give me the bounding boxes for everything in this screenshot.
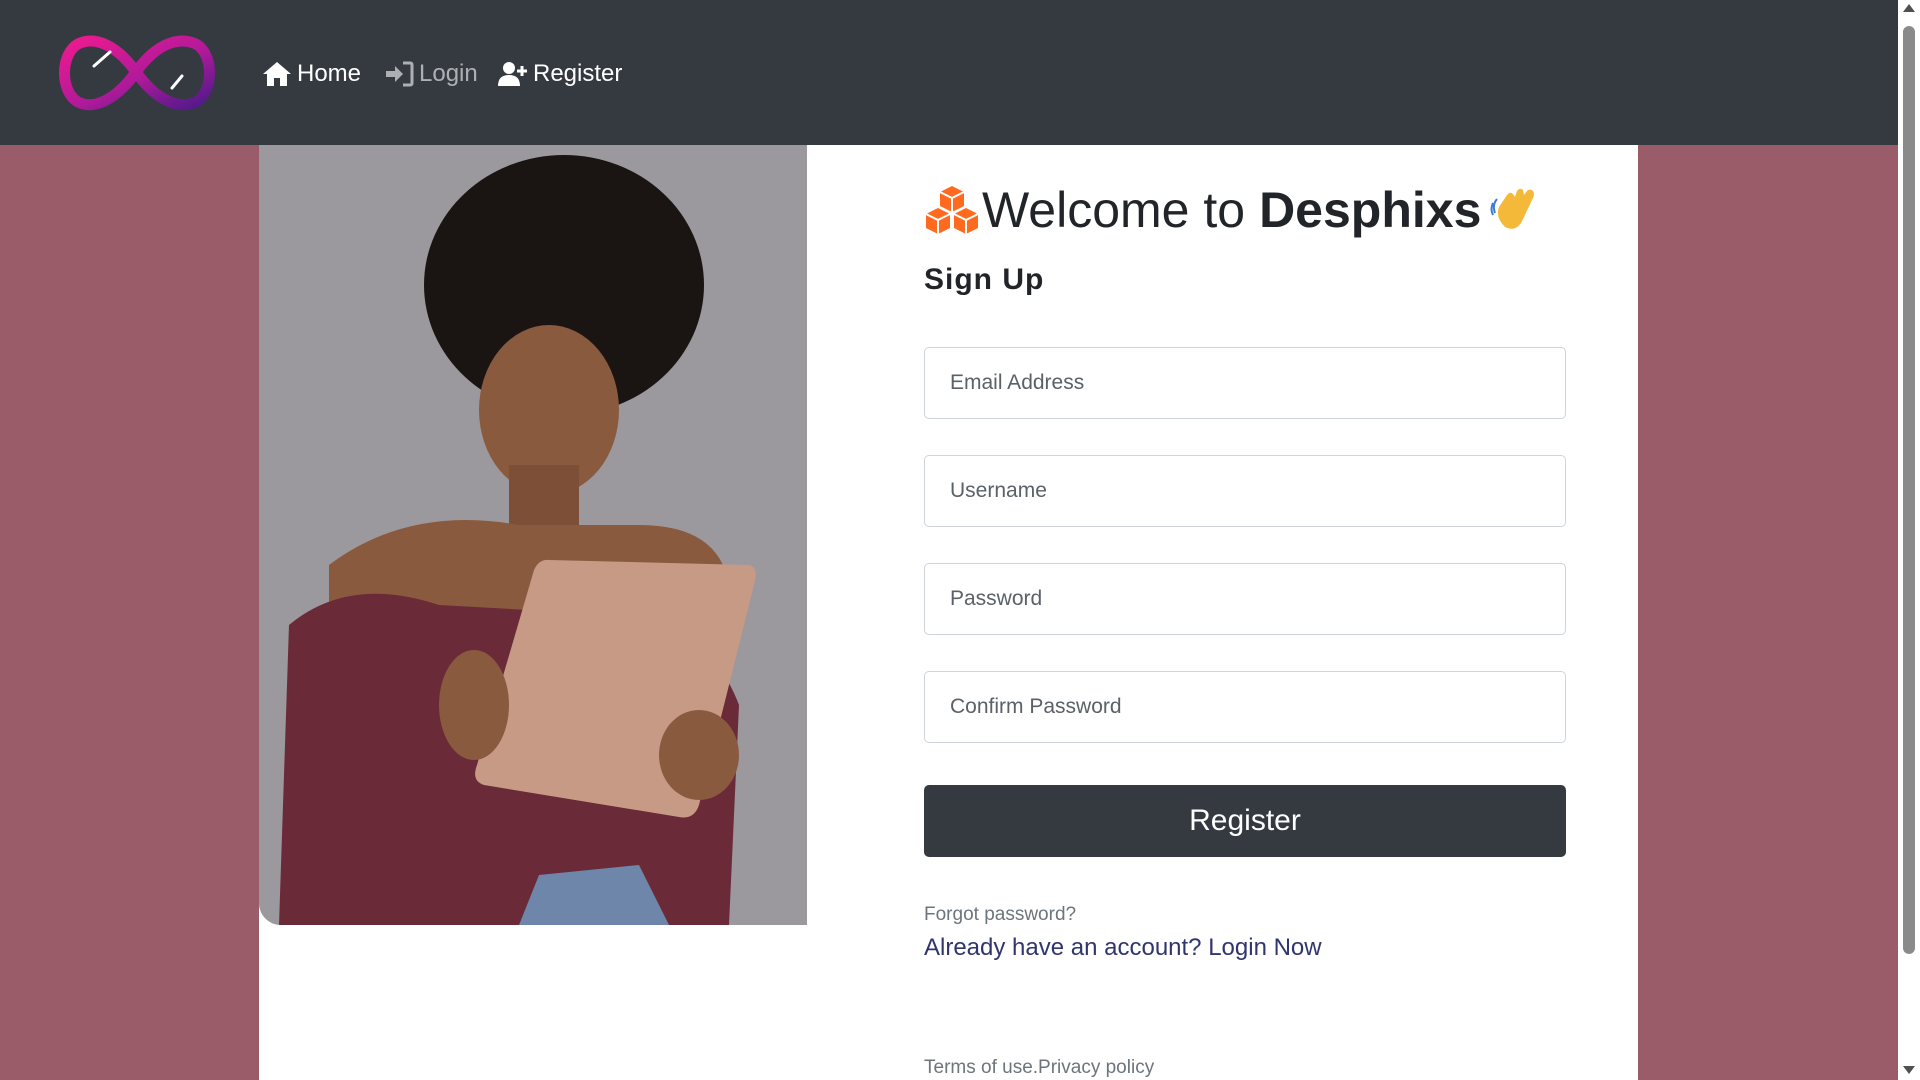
terms-link[interactable]: Terms of use. (924, 1057, 1038, 1078)
email-field[interactable] (924, 347, 1566, 419)
nav-login-label: Login (419, 60, 478, 87)
welcome-text: Welcome to (982, 182, 1246, 238)
register-button[interactable]: Register (924, 785, 1566, 857)
waving-hand-icon (1490, 188, 1535, 229)
username-field[interactable] (924, 455, 1566, 527)
home-icon (262, 60, 292, 88)
password-field[interactable] (924, 563, 1566, 635)
confirm-password-field[interactable] (924, 671, 1566, 743)
footer-links: Terms of use.Privacy policy (924, 1057, 1154, 1079)
login-now-link[interactable]: Already have an account? Login Now (924, 934, 1322, 962)
nav-home-link[interactable]: Home (262, 54, 361, 94)
nav-register-label: Register (533, 60, 623, 87)
privacy-link[interactable]: Privacy policy (1038, 1057, 1154, 1078)
vertical-scrollbar[interactable] (1898, 0, 1920, 1080)
infinity-logo[interactable] (54, 26, 220, 118)
nav-register-link[interactable]: Register (498, 54, 622, 94)
scroll-down-arrow-icon[interactable] (1903, 1066, 1915, 1074)
top-navbar: Home Login Register (0, 0, 1898, 145)
welcome-heading: Welcome to Desphixs (924, 181, 1541, 239)
brand-name: Desphixs (1259, 182, 1482, 238)
boxes-icon (925, 186, 979, 234)
hero-photo (259, 145, 807, 925)
nav-home-label: Home (297, 60, 362, 87)
signup-subtitle: Sign Up (924, 263, 1045, 296)
signup-card: Welcome to Desphixs Sign Up Register For… (259, 145, 1638, 1080)
scroll-up-arrow-icon[interactable] (1903, 4, 1915, 12)
nav-login-link[interactable]: Login (384, 54, 478, 94)
scrollbar-thumb[interactable] (1903, 26, 1915, 954)
sign-in-icon (384, 60, 414, 88)
user-plus-icon (498, 60, 528, 88)
woman-with-tablet-image (259, 145, 807, 925)
forgot-password-link[interactable]: Forgot password? (924, 904, 1076, 926)
